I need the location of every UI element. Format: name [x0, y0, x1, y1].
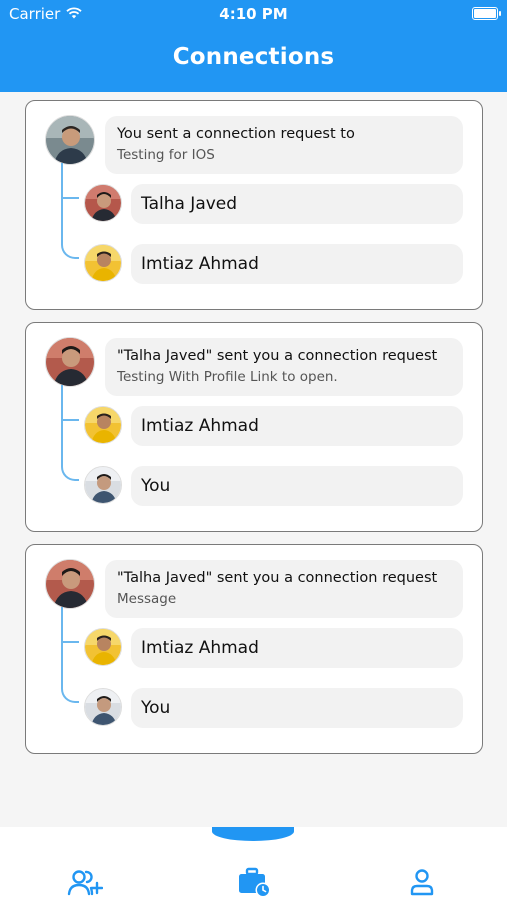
connection-card[interactable]: "Talha Javed" sent you a connection requ… — [25, 322, 483, 532]
request-title: "Talha Javed" sent you a connection requ… — [117, 348, 438, 364]
nav-pending-requests[interactable] — [236, 867, 272, 899]
connection-card[interactable]: You sent a connection request to Testing… — [25, 100, 483, 310]
person-name[interactable]: You — [131, 466, 463, 506]
thread-line — [61, 385, 79, 481]
request-subtitle: Message — [117, 591, 177, 607]
person-name[interactable]: You — [131, 688, 463, 728]
avatar[interactable] — [45, 337, 95, 387]
request-title: "Talha Javed" sent you a connection requ… — [117, 570, 438, 586]
active-tab-indicator — [212, 827, 294, 841]
request-message[interactable]: You sent a connection request to Testing… — [105, 116, 463, 174]
avatar[interactable] — [84, 466, 122, 504]
thread-branch — [61, 641, 79, 643]
nav-add-connection[interactable] — [67, 867, 104, 899]
profile-icon — [410, 869, 434, 896]
battery-icon — [472, 7, 501, 20]
thread-branch — [61, 419, 79, 421]
request-message[interactable]: "Talha Javed" sent you a connection requ… — [105, 560, 463, 618]
status-bar: Carrier 4:10 PM — [0, 0, 507, 28]
avatar[interactable] — [84, 628, 122, 666]
connection-card[interactable]: "Talha Javed" sent you a connection requ… — [25, 544, 483, 754]
person-name[interactable]: Imtiaz Ahmad — [131, 244, 463, 284]
connections-list[interactable]: You sent a connection request to Testing… — [0, 92, 507, 827]
request-message[interactable]: "Talha Javed" sent you a connection requ… — [105, 338, 463, 396]
add-user-icon — [67, 870, 104, 896]
thread-line — [61, 607, 79, 703]
bottom-navigation — [0, 827, 507, 900]
app-header: Carrier 4:10 PM Connections — [0, 0, 507, 92]
page-title: Connections — [172, 44, 335, 70]
avatar[interactable] — [84, 406, 122, 444]
request-subtitle: Testing for IOS — [117, 147, 215, 163]
thread-branch — [61, 197, 79, 199]
avatar[interactable] — [45, 115, 95, 165]
status-time: 4:10 PM — [219, 5, 288, 23]
request-title: You sent a connection request to — [117, 126, 355, 142]
person-name[interactable]: Imtiaz Ahmad — [131, 628, 463, 668]
avatar[interactable] — [84, 184, 122, 222]
request-subtitle: Testing With Profile Link to open. — [117, 369, 338, 385]
avatar[interactable] — [84, 244, 122, 282]
avatar[interactable] — [84, 688, 122, 726]
person-name[interactable]: Imtiaz Ahmad — [131, 406, 463, 446]
thread-line — [61, 163, 79, 259]
nav-profile[interactable] — [406, 867, 442, 899]
person-name[interactable]: Talha Javed — [131, 184, 463, 224]
avatar[interactable] — [45, 559, 95, 609]
briefcase-clock-icon — [239, 867, 271, 898]
